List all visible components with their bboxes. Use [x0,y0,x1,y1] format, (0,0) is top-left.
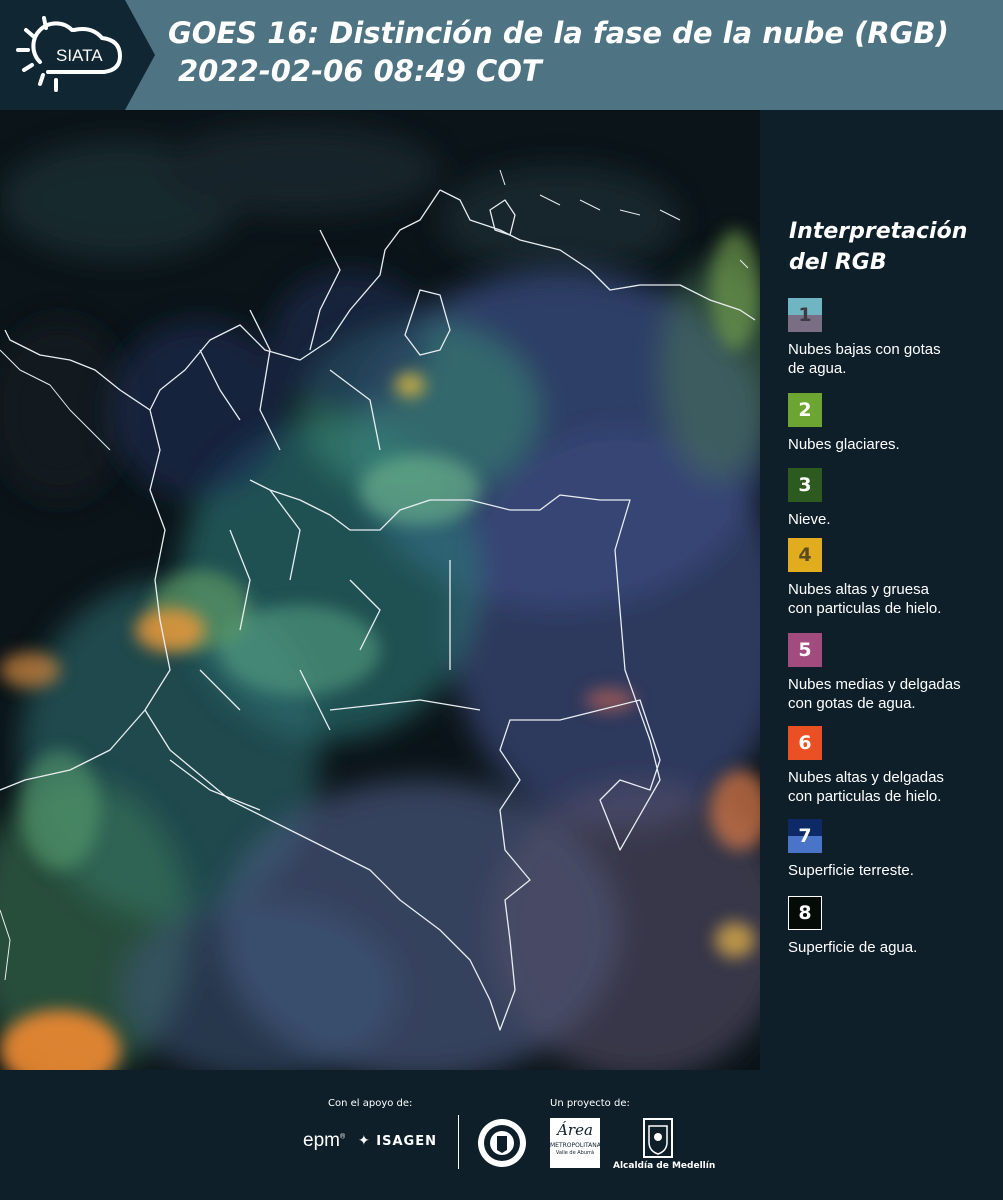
isagen-mark-icon: ✦ [358,1133,371,1149]
title-datetime: 2022-02-06 08:49 COT [178,54,542,88]
footer-divider [458,1115,459,1169]
legend-description-3: Nieve. [788,511,831,528]
legend-number-5: 5 [798,639,812,661]
legend-description-5: Nubes medias y delgadas con gotas de agu… [788,676,961,712]
legend-panel: Interpretación del RGB 1 Nubes bajas con… [760,110,1003,1070]
support-label: Con el apoyo de: [328,1098,413,1109]
legend-swatch-5: 5 [788,633,822,667]
area-metropolitana-logo: Área METROPOLITANA Valle de Aburrá [550,1118,601,1168]
isagen-logo: ✦ ISAGEN [358,1133,437,1149]
legend-number-1: 1 [798,304,812,326]
legend-swatch-6: 6 [788,726,822,760]
siata-logo-block: SIATA [0,0,155,110]
legend-title-line2: del RGB [789,250,887,275]
legend-swatch-3: 3 [788,468,822,502]
legend-title: Interpretación del RGB [789,216,989,278]
page-title: GOES 16: Distinción de la fase de la nub… [168,14,949,90]
legend-title-line1: Interpretación [789,219,968,244]
legend-number-8: 8 [798,902,812,924]
legend-item-8: 8 Superficie de agua. [788,896,998,957]
legend-number-4: 4 [798,544,812,566]
legend-description-4: Nubes altas y gruesa con particulas de h… [788,581,942,617]
siata-logo-text: SIATA [56,46,103,65]
header: SIATA GOES 16: Distinción de la fase de … [0,0,1003,110]
medellin-coat-of-arms-icon [643,1118,673,1158]
satellite-image [0,110,760,1070]
legend-number-3: 3 [798,474,812,496]
legend-description-1: Nubes bajas con gotas de agua. [788,341,941,377]
university-seal-icon [478,1119,526,1167]
legend-description-8: Superficie de agua. [788,939,918,956]
legend-swatch-4: 4 [788,538,822,572]
legend-swatch-7: 7 [788,819,822,853]
legend-item-5: 5 Nubes medias y delgadas con gotas de a… [788,633,998,713]
siata-sun-logo: SIATA [16,16,123,92]
legend-description-7: Superficie terreste. [788,862,914,879]
legend-description-2: Nubes glaciares. [788,436,900,453]
title-text: GOES 16: Distinción de la fase de la nub… [168,16,949,50]
legend-item-2: 2 Nubes glaciares. [788,393,998,454]
legend-description-6: Nubes altas y delgadas con particulas de… [788,769,944,805]
satellite-map [0,110,760,1070]
legend-item-3: 3 Nieve. [788,468,998,529]
legend-swatch-1: 1 [788,298,822,332]
legend-item-7: 7 Superficie terreste. [788,819,998,880]
footer: Con el apoyo de: Un proyecto de: epm® ✦ … [0,1070,1003,1200]
legend-swatch-2: 2 [788,393,822,427]
alcaldia-medellin-label: Alcaldía de Medellín [613,1161,716,1171]
legend-number-7: 7 [798,825,812,847]
legend-number-2: 2 [798,399,812,421]
legend-item-1: 1 Nubes bajas con gotas de agua. [788,298,998,378]
legend-swatch-8: 8 [788,896,822,930]
legend-item-4: 4 Nubes altas y gruesa con particulas de… [788,538,998,618]
project-label: Un proyecto de: [550,1098,630,1109]
epm-logo: epm® [303,1130,346,1151]
legend-item-6: 6 Nubes altas y delgadas con particulas … [788,726,998,806]
legend-number-6: 6 [798,732,812,754]
